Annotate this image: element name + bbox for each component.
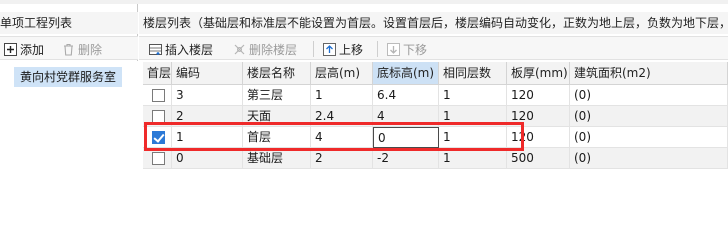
add-icon — [4, 42, 17, 56]
code-cell[interactable]: 1 — [172, 127, 243, 148]
slab-thickness-cell[interactable]: 120 — [507, 85, 570, 106]
column-header-bottom-elevation[interactable]: 底标高(m) — [373, 62, 439, 85]
project-list-title: 单项工程列表 — [0, 12, 138, 34]
height-cell[interactable]: 1 — [311, 85, 373, 106]
move-up-button[interactable]: 上移 — [323, 39, 363, 59]
same-floors-cell[interactable]: 1 — [439, 106, 507, 127]
column-header-height[interactable]: 层高(m) — [311, 62, 373, 85]
building-area-cell[interactable]: (0) — [570, 148, 728, 169]
height-cell[interactable]: 4 — [311, 127, 373, 148]
code-cell[interactable]: 3 — [172, 85, 243, 106]
table-row[interactable]: 2 天面 2.4 4 1 120 (0) — [143, 106, 728, 127]
floor-list-title: 楼层列表（基础层和标准层不能设置为首层。设置首层后，楼层编码自动变化，正数为地上… — [139, 12, 728, 34]
building-area-cell[interactable]: (0) — [570, 127, 728, 148]
table-row[interactable]: 1 首层 4 0 1 120 (0) — [143, 127, 728, 148]
insert-floor-label: 插入楼层 — [165, 42, 214, 57]
height-cell[interactable]: 2 — [311, 148, 373, 169]
first-floor-cell — [143, 85, 172, 106]
toolbar-divider — [313, 41, 314, 57]
delete-button[interactable]: 删除 — [62, 39, 102, 59]
slab-thickness-cell[interactable]: 120 — [507, 106, 570, 127]
arrow-up-icon — [323, 42, 336, 56]
toolbar-divider — [377, 41, 378, 57]
insert-floor-icon — [149, 43, 162, 56]
delete-floor-icon — [233, 43, 246, 56]
arrow-down-icon — [387, 42, 400, 56]
insert-floor-button[interactable]: 插入楼层 — [149, 39, 213, 59]
bottom-elevation-cell[interactable]: -2 — [373, 148, 439, 169]
first-floor-cell — [143, 106, 172, 127]
code-cell[interactable]: 2 — [172, 106, 243, 127]
first-floor-checkbox[interactable] — [152, 110, 165, 123]
move-down-button[interactable]: 下移 — [387, 39, 427, 59]
column-header-first-floor[interactable]: 首层 — [143, 62, 172, 85]
project-list-panel: 单项工程列表 添加 删除 黄向村党群服务室 — [0, 4, 138, 224]
same-floors-cell[interactable]: 1 — [439, 127, 507, 148]
add-button-label: 添加 — [20, 42, 45, 57]
slab-thickness-cell[interactable]: 120 — [507, 127, 570, 148]
delete-floor-label: 删除楼层 — [249, 42, 298, 57]
move-down-label: 下移 — [403, 42, 428, 57]
column-header-floor-name[interactable]: 楼层名称 — [243, 62, 311, 85]
first-floor-checkbox[interactable] — [152, 131, 165, 144]
trash-icon — [62, 43, 75, 56]
first-floor-cell — [143, 127, 172, 148]
delete-button-label: 删除 — [78, 42, 103, 57]
project-list: 黄向村党群服务室 — [0, 61, 138, 224]
floor-list-panel: 楼层列表（基础层和标准层不能设置为首层。设置首层后，楼层编码自动变化，正数为地上… — [139, 4, 728, 224]
height-cell[interactable]: 2.4 — [311, 106, 373, 127]
bottom-elevation-cell[interactable]: 6.4 — [373, 85, 439, 106]
floor-name-cell[interactable]: 首层 — [243, 127, 311, 148]
column-header-slab-thickness[interactable]: 板厚(mm) — [507, 62, 570, 85]
bottom-elevation-cell[interactable]: 0 — [373, 127, 439, 148]
floor-table: 首层 编码 楼层名称 层高(m) 底标高(m) 相同层数 板厚(mm) 建筑面积… — [143, 62, 728, 224]
delete-floor-button[interactable]: 删除楼层 — [233, 39, 297, 59]
floor-list-toolbar: 插入楼层 删除楼层 上移 下移 — [139, 36, 728, 60]
same-floors-cell[interactable]: 1 — [439, 85, 507, 106]
floor-name-cell[interactable]: 基础层 — [243, 148, 311, 169]
bottom-elevation-cell[interactable]: 4 — [373, 106, 439, 127]
first-floor-cell — [143, 148, 172, 169]
code-cell[interactable]: 0 — [172, 148, 243, 169]
add-button[interactable]: 添加 — [4, 39, 44, 59]
table-row[interactable]: 3 第三层 1 6.4 1 120 (0) — [143, 85, 728, 106]
first-floor-checkbox[interactable] — [152, 152, 165, 165]
building-area-cell[interactable]: (0) — [570, 85, 728, 106]
floor-name-cell[interactable]: 天面 — [243, 106, 311, 127]
table-row[interactable]: 0 基础层 2 -2 1 500 (0) — [143, 148, 728, 169]
first-floor-checkbox[interactable] — [152, 89, 165, 102]
project-list-toolbar: 添加 删除 — [0, 36, 138, 60]
slab-thickness-cell[interactable]: 500 — [507, 148, 570, 169]
column-header-same-floors[interactable]: 相同层数 — [439, 62, 507, 85]
building-area-cell[interactable]: (0) — [570, 106, 728, 127]
column-header-building-area[interactable]: 建筑面积(m2) — [570, 62, 728, 85]
move-up-label: 上移 — [339, 42, 364, 57]
list-item[interactable]: 黄向村党群服务室 — [14, 67, 122, 87]
column-header-code[interactable]: 编码 — [172, 62, 243, 85]
same-floors-cell[interactable]: 1 — [439, 148, 507, 169]
floor-name-cell[interactable]: 第三层 — [243, 85, 311, 106]
